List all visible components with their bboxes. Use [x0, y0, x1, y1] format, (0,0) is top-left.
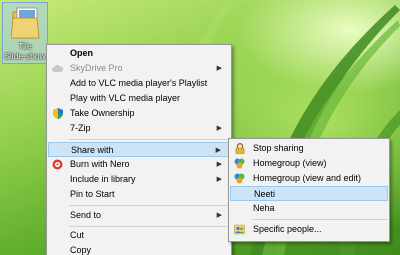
menu-item-label: Add to VLC media player's Playlist: [70, 78, 208, 88]
menu-item-7zip[interactable]: 7-Zip ▶: [48, 121, 230, 136]
folder-icon: [10, 6, 41, 40]
submenu-arrow-icon: ▶: [216, 176, 222, 183]
submenu-item-neeti[interactable]: Neeti: [230, 186, 388, 201]
menu-item-label: Take Ownership: [70, 108, 135, 118]
menu-item-label: Homegroup (view and edit): [253, 173, 362, 183]
menu-separator: [252, 219, 387, 220]
lock-icon: [234, 143, 245, 154]
menu-item-take-ownership[interactable]: Take Ownership: [48, 106, 230, 121]
submenu-item-homegroup-view-edit[interactable]: Homegroup (view and edit): [230, 171, 388, 186]
menu-separator: [69, 139, 229, 140]
submenu-arrow-icon: ▶: [216, 212, 222, 219]
submenu-arrow-icon: ▶: [216, 161, 222, 168]
nero-icon: [52, 159, 63, 170]
menu-item-pin-to-start[interactable]: Pin to Start: [48, 187, 230, 202]
submenu-arrow-icon: ▶: [216, 125, 222, 132]
menu-item-send-to[interactable]: Send to ▶: [48, 208, 230, 223]
menu-item-label: Stop sharing: [253, 143, 304, 153]
menu-item-label: Share with: [71, 145, 114, 155]
menu-item-share-with[interactable]: Share with ▶: [48, 142, 230, 157]
menu-separator: [69, 205, 229, 206]
menu-item-label: Neha: [253, 203, 275, 213]
menu-item-label: Open: [70, 48, 94, 58]
menu-item-open[interactable]: Open: [48, 46, 230, 61]
menu-item-label: Burn with Nero: [70, 159, 130, 169]
menu-item-label: Cut: [70, 230, 85, 240]
desktop-folder-icon-selected[interactable]: Tile Slide-show: [2, 2, 48, 64]
menu-item-label: Neeti: [254, 189, 276, 199]
menu-item-label: 7-Zip: [70, 123, 91, 133]
menu-item-label: Homegroup (view): [253, 158, 327, 168]
uac-shield-icon: [52, 108, 63, 119]
menu-item-label: Include in library: [70, 174, 136, 184]
menu-item-label: Pin to Start: [70, 189, 115, 199]
submenu-item-neha[interactable]: Neha: [230, 201, 388, 216]
submenu-arrow-icon: ▶: [216, 65, 222, 72]
desktop-icon-label: Tile Slide-show: [4, 41, 46, 61]
submenu-item-homegroup-view[interactable]: Homegroup (view): [230, 156, 388, 171]
menu-item-vlc-play[interactable]: Play with VLC media player: [48, 91, 230, 106]
menu-item-burn-with-nero[interactable]: Burn with Nero ▶: [48, 157, 230, 172]
context-menu: Open SkyDrive Pro ▶ Add to VLC media pla…: [46, 44, 232, 255]
submenu-arrow-icon: ▶: [215, 147, 221, 154]
menu-item-label: Copy: [70, 245, 92, 255]
people-icon: [234, 224, 245, 235]
menu-item-label: Play with VLC media player: [70, 93, 181, 103]
share-with-submenu: Stop sharing Homegroup (view) Homegroup …: [228, 138, 390, 242]
cloud-icon: [52, 63, 63, 74]
menu-item-skydrive-pro[interactable]: SkyDrive Pro ▶: [48, 61, 230, 76]
submenu-item-specific-people[interactable]: Specific people...: [230, 222, 388, 237]
menu-separator: [69, 226, 229, 227]
submenu-item-stop-sharing[interactable]: Stop sharing: [230, 141, 388, 156]
menu-item-cut[interactable]: Cut: [48, 228, 230, 243]
menu-item-label: SkyDrive Pro: [70, 63, 123, 73]
menu-item-label: Send to: [70, 210, 102, 220]
homegroup-icon: [234, 173, 245, 184]
menu-item-label: Specific people...: [253, 224, 322, 234]
menu-item-copy[interactable]: Copy: [48, 243, 230, 255]
menu-item-include-in-library[interactable]: Include in library ▶: [48, 172, 230, 187]
menu-item-vlc-add-playlist[interactable]: Add to VLC media player's Playlist: [48, 76, 230, 91]
homegroup-icon: [234, 158, 245, 169]
